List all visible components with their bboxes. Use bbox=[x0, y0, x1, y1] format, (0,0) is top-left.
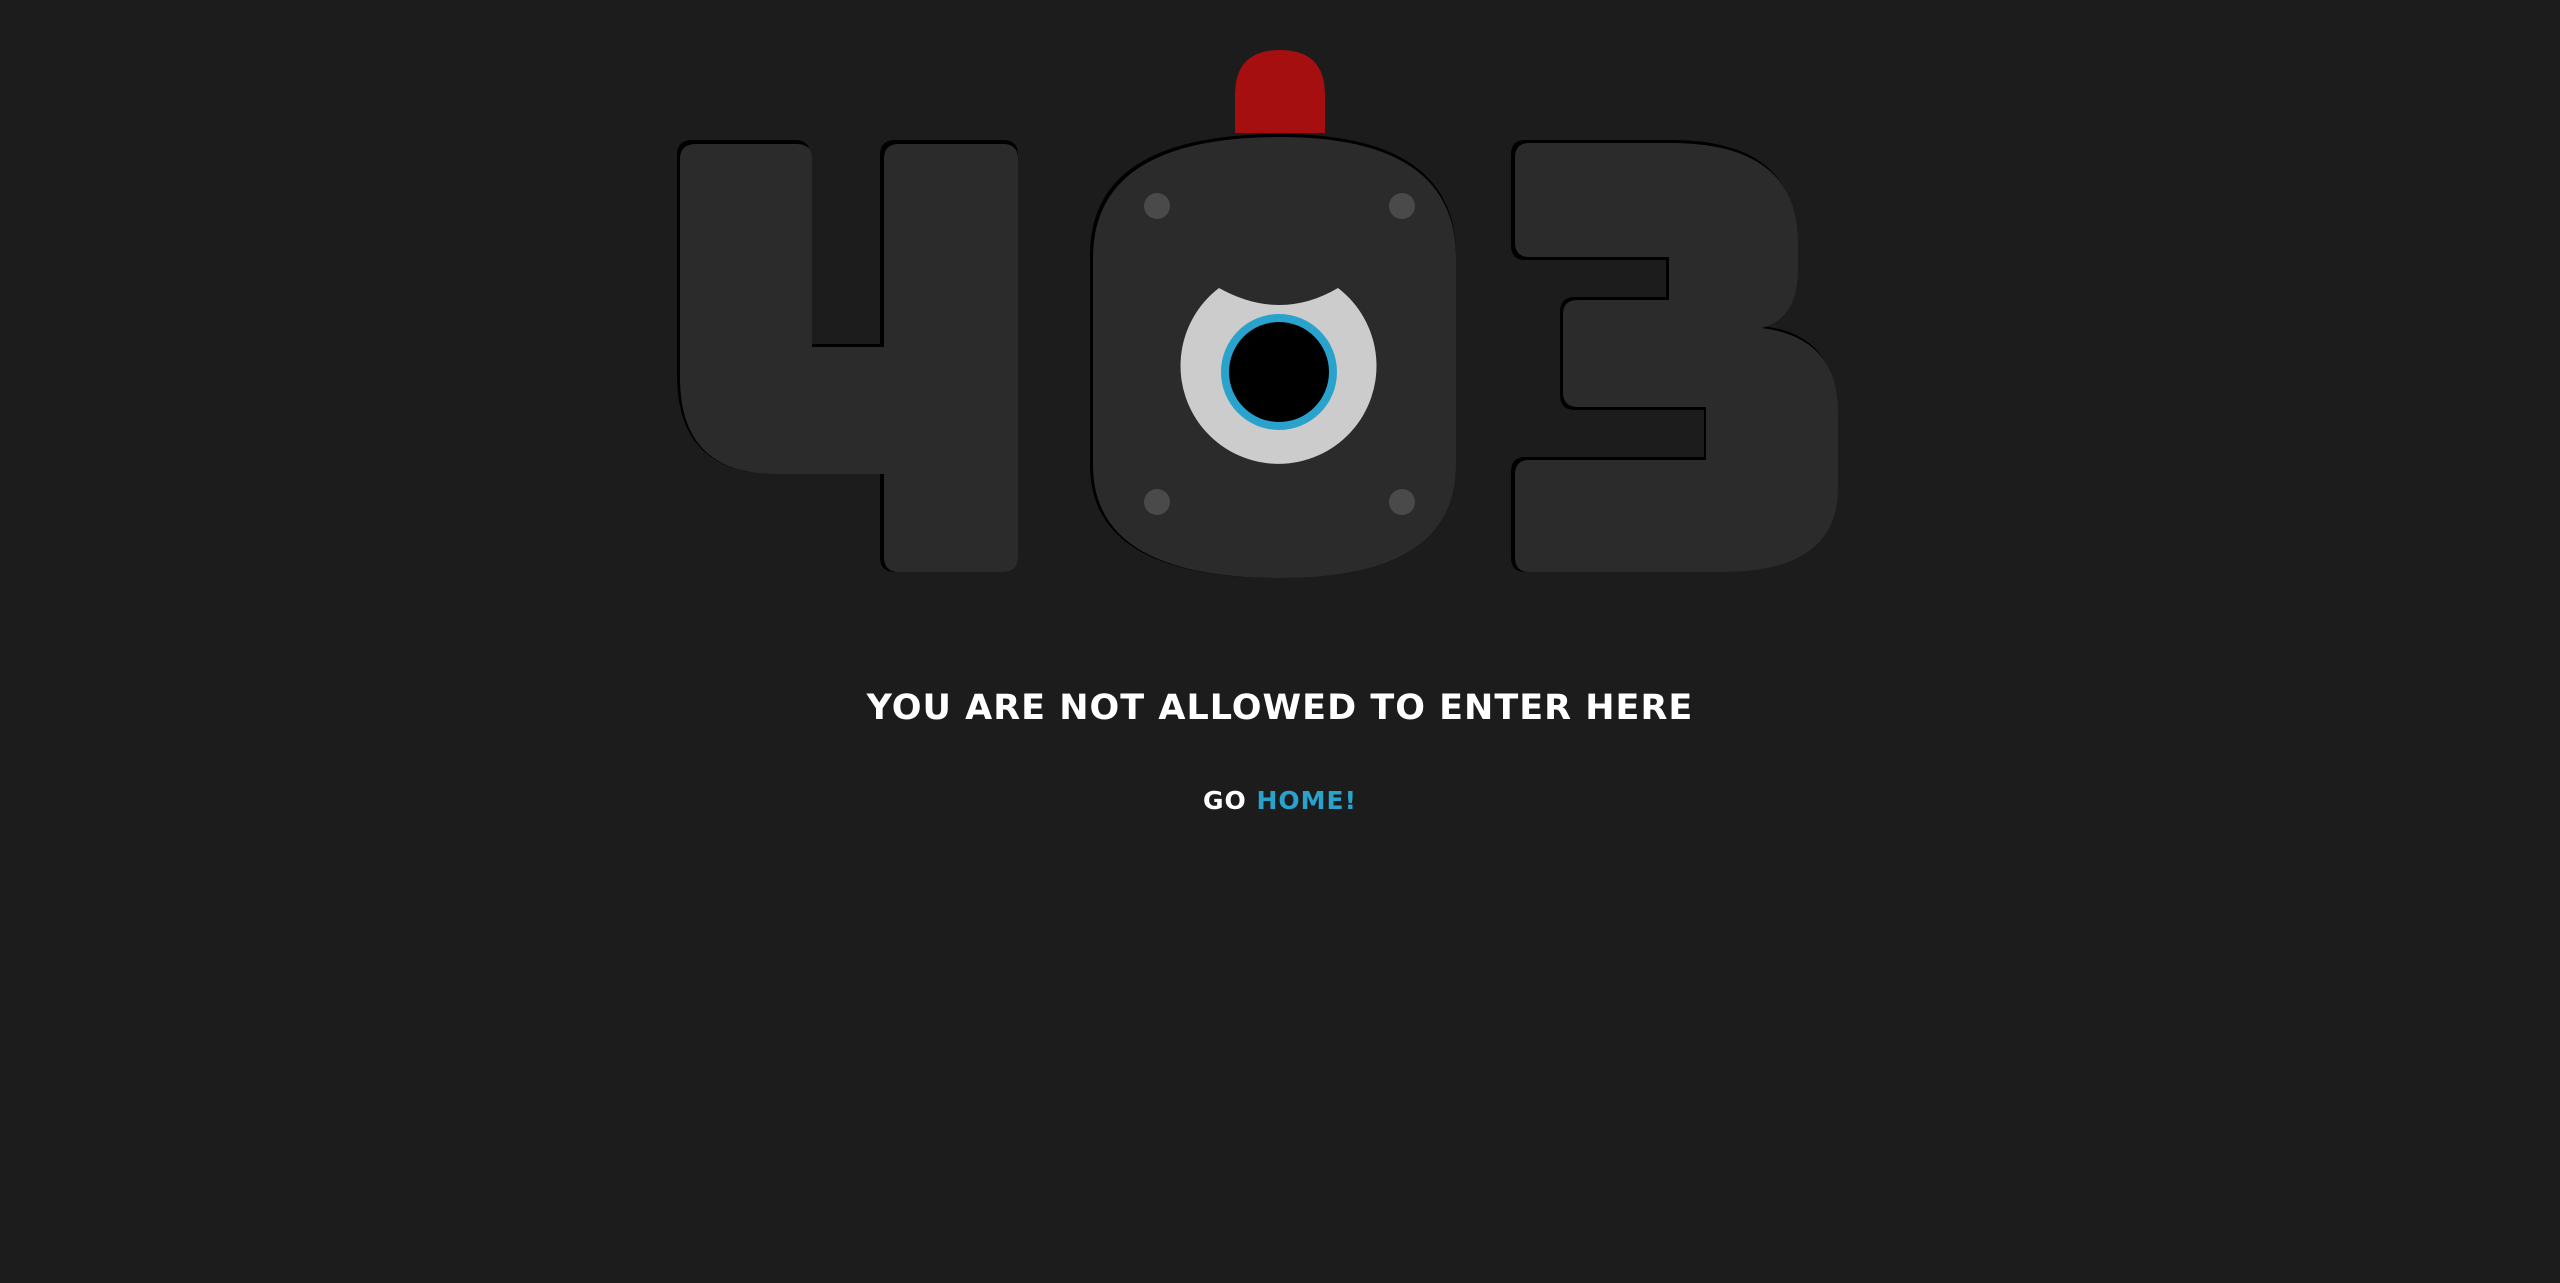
digit-0-robot bbox=[1090, 50, 1456, 578]
error-403-illustration: 4 0 3 bbox=[677, 50, 1838, 578]
rivet-top-right bbox=[1389, 193, 1415, 219]
rivet-bottom-left bbox=[1144, 489, 1170, 515]
digit-3 bbox=[1511, 140, 1838, 572]
digit-4 bbox=[677, 140, 1018, 572]
home-link[interactable]: HOME! bbox=[1256, 786, 1357, 815]
red-alarm-light-icon bbox=[1235, 50, 1325, 133]
error-message: YOU ARE NOT ALLOWED TO ENTER HERE bbox=[866, 688, 1694, 728]
error-page: 4 0 3 YOU ARE NOT ALLOWED TO ENTER HERE … bbox=[0, 0, 2560, 1283]
rivet-top-left bbox=[1144, 193, 1170, 219]
rivet-bottom-right bbox=[1389, 489, 1415, 515]
go-home-line: GO HOME! bbox=[0, 786, 2560, 815]
go-home-prefix: GO bbox=[1202, 786, 1247, 815]
